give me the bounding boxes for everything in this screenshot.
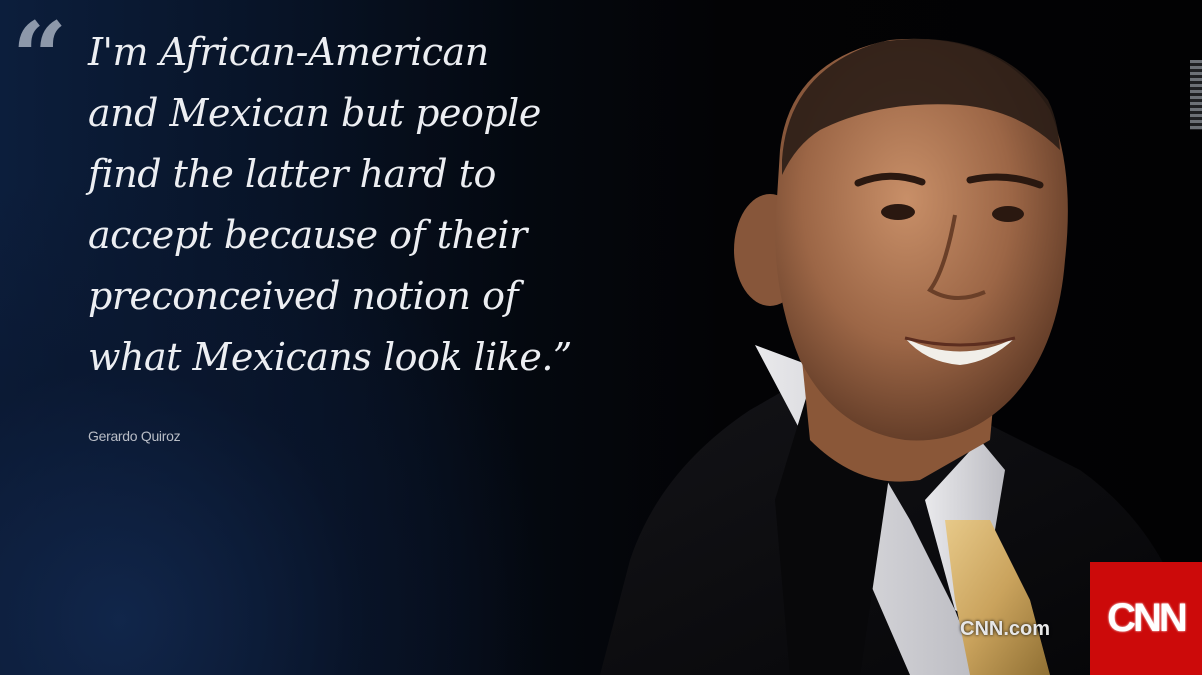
- cnn-logo-text: CNN: [1107, 596, 1188, 640]
- edge-strip: [1190, 60, 1202, 130]
- cnn-logo: CNN: [1090, 562, 1202, 675]
- quote-attribution: Gerardo Quiroz: [88, 428, 181, 444]
- quote-card: “ I'm African-American and Mexican but p…: [0, 0, 1202, 675]
- cnn-domain-label: CNN.com: [960, 618, 1051, 640]
- quote-icon: “: [12, 1, 68, 114]
